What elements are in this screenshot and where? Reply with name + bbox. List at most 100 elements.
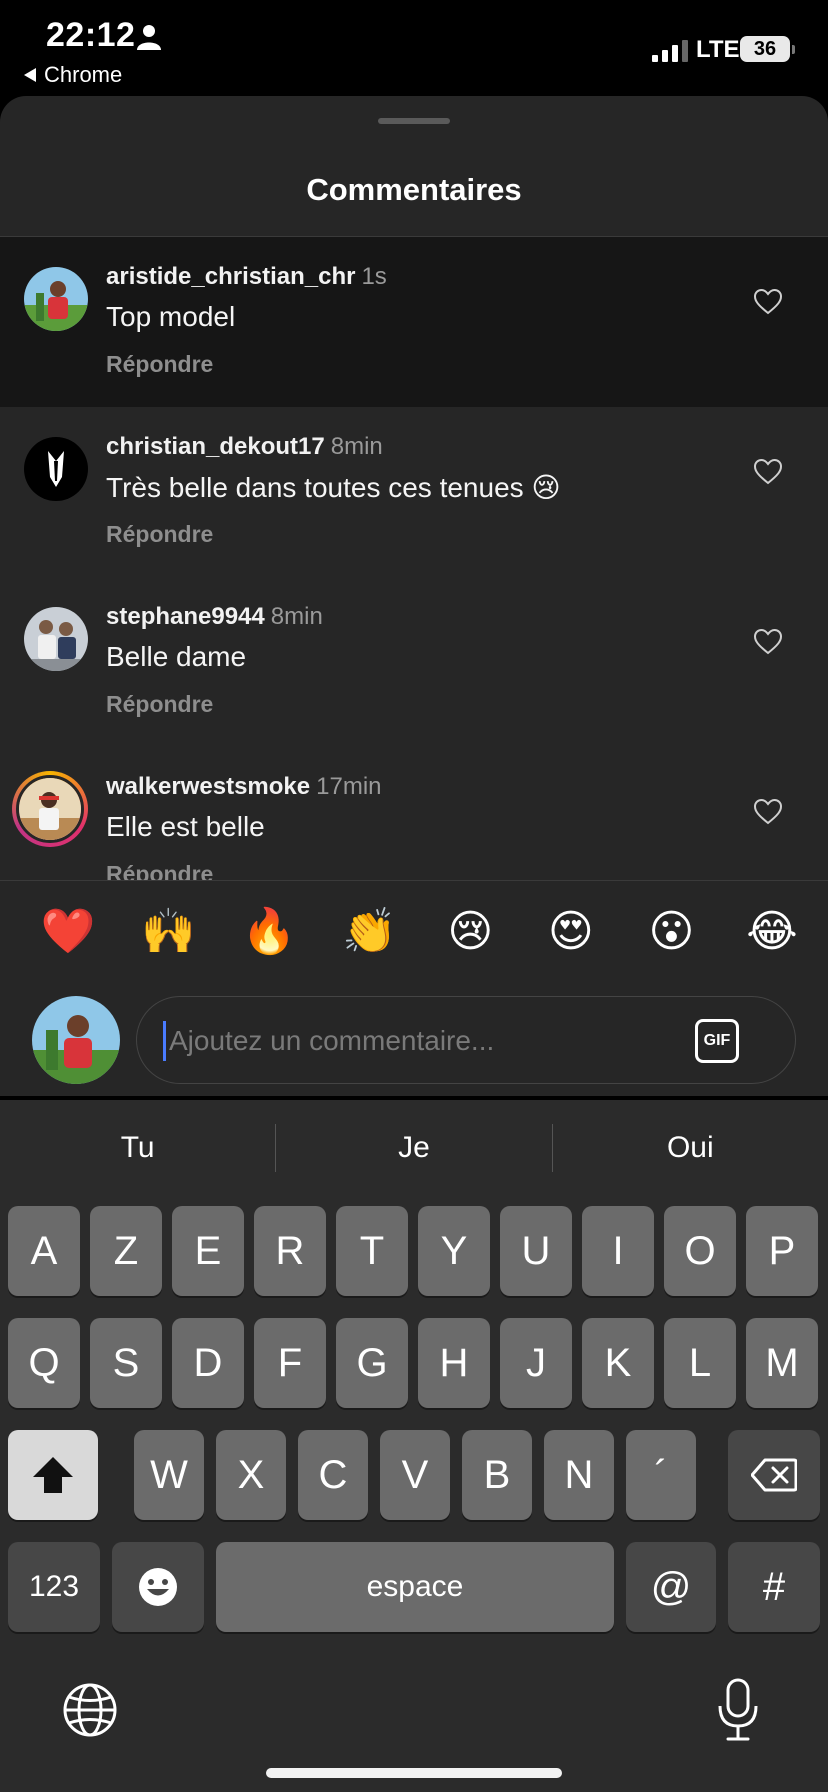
comment-username[interactable]: christian_dekout17 (106, 433, 325, 460)
comment-username[interactable]: aristide_christian_chr (106, 263, 355, 290)
key-i[interactable]: I (582, 1206, 654, 1296)
smiley-icon (139, 1568, 177, 1606)
comment-username[interactable]: walkerwestsmoke (106, 773, 310, 800)
cellular-signal-icon (652, 40, 688, 62)
comment-placeholder: Ajoutez un commentaire... (169, 1025, 495, 1056)
heart-icon[interactable] (754, 459, 782, 485)
comments-list[interactable]: aristide_christian_chr 1s Top model Répon… (0, 237, 828, 880)
key-f[interactable]: F (254, 1318, 326, 1408)
backspace-key[interactable] (728, 1430, 820, 1520)
sheet-title: Commentaires (306, 172, 522, 207)
suggestion-item[interactable]: Je (276, 1120, 551, 1176)
key-q[interactable]: Q (8, 1318, 80, 1408)
status-time: 22:12 (46, 16, 136, 54)
text-cursor (163, 1021, 166, 1061)
key-b[interactable]: B (462, 1430, 532, 1520)
key-j[interactable]: J (500, 1318, 572, 1408)
at-key[interactable]: @ (626, 1542, 716, 1632)
emoji-surprised[interactable]: 😮 (639, 906, 703, 957)
key-g[interactable]: G (336, 1318, 408, 1408)
quick-emoji-bar: ❤️ 🙌 🔥 👏 😢 😍 😮 😂 (0, 896, 828, 966)
key-p[interactable]: P (746, 1206, 818, 1296)
heart-icon[interactable] (754, 799, 782, 825)
key-z[interactable]: Z (90, 1206, 162, 1296)
reply-button[interactable]: Répondre (106, 351, 213, 378)
comment-text: Top model (106, 301, 236, 332)
comment-item: stephane9944 8min Belle dame Répondre (0, 577, 828, 747)
comment-time: 8min (270, 603, 323, 630)
comment-header: aristide_christian_chr 1s (106, 263, 387, 291)
key-r[interactable]: R (254, 1206, 326, 1296)
key-e[interactable]: E (172, 1206, 244, 1296)
key-y[interactable]: Y (418, 1206, 490, 1296)
key-n[interactable]: N (544, 1430, 614, 1520)
key-o[interactable]: O (664, 1206, 736, 1296)
key-k[interactable]: K (582, 1318, 654, 1408)
avatar[interactable] (24, 607, 88, 671)
home-indicator[interactable] (266, 1768, 562, 1778)
avatar[interactable] (24, 437, 88, 501)
comment-time: 17min (316, 773, 382, 800)
comment-time: 1s (361, 263, 387, 290)
emoji-clapping[interactable]: 👏 (338, 905, 402, 957)
battery-indicator: 36 (740, 36, 790, 62)
comment-item: christian_dekout17 8min Très belle dans t… (0, 407, 828, 577)
key-d[interactable]: D (172, 1318, 244, 1408)
microphone-icon[interactable] (716, 1678, 760, 1742)
suggestion-item[interactable]: Oui (553, 1120, 828, 1176)
emoji-key[interactable] (112, 1542, 204, 1632)
emoji-heart[interactable]: ❤️ (36, 905, 100, 957)
emoji-raising-hands[interactable]: 🙌 (137, 905, 201, 957)
heart-icon[interactable] (754, 629, 782, 655)
comment-item: aristide_christian_chr 1s Top model Répon… (0, 237, 828, 407)
reply-button[interactable]: Répondre (106, 691, 213, 718)
key-c[interactable]: C (298, 1430, 368, 1520)
comment-text: Elle est belle (106, 811, 265, 842)
key-h[interactable]: H (418, 1318, 490, 1408)
avatar-story-ring[interactable] (12, 771, 88, 847)
numbers-key[interactable]: 123 (8, 1542, 100, 1632)
emoji-laughing[interactable]: 😂 (740, 906, 804, 957)
key-accent[interactable]: ´ (626, 1430, 696, 1520)
avatar[interactable] (24, 267, 88, 331)
comment-header: christian_dekout17 8min (106, 433, 383, 461)
comment-header: stephane9944 8min (106, 603, 323, 631)
comment-text: Très belle dans toutes ces tenues 😢 (106, 472, 561, 503)
gif-button[interactable]: GIF (695, 1019, 739, 1063)
key-m[interactable]: M (746, 1318, 818, 1408)
comment-time: 8min (330, 433, 383, 460)
space-key[interactable]: espace (216, 1542, 614, 1632)
key-x[interactable]: X (216, 1430, 286, 1520)
back-to-app-link[interactable]: Chrome (24, 62, 122, 88)
key-v[interactable]: V (380, 1430, 450, 1520)
my-avatar (32, 996, 120, 1084)
key-s[interactable]: S (90, 1318, 162, 1408)
back-arrow-icon (24, 68, 36, 82)
shift-key[interactable] (8, 1430, 98, 1520)
comment-item: walkerwestsmoke 17min Elle est belle Répo… (0, 747, 828, 880)
emoji-crying[interactable]: 😢 (438, 906, 502, 957)
backspace-icon (751, 1458, 797, 1492)
key-l[interactable]: L (664, 1318, 736, 1408)
emoji-heart-eyes[interactable]: 😍 (539, 906, 603, 957)
reply-button[interactable]: Répondre (106, 521, 213, 548)
comment-username[interactable]: stephane9944 (106, 603, 265, 630)
divider (0, 880, 828, 881)
key-a[interactable]: A (8, 1206, 80, 1296)
comment-input[interactable]: Ajoutez un commentaire... GIF (136, 996, 796, 1084)
key-t[interactable]: T (336, 1206, 408, 1296)
keyboard: Tu Je Oui A Z E R T Y U I O P Q S D F G … (0, 1100, 828, 1792)
sheet-grabber[interactable] (378, 118, 450, 124)
comment-header: walkerwestsmoke 17min (106, 773, 382, 801)
network-type: LTE (696, 36, 740, 63)
person-icon (137, 25, 161, 50)
suggestion-item[interactable]: Tu (0, 1120, 275, 1176)
hash-key[interactable]: # (728, 1542, 820, 1632)
globe-icon[interactable] (62, 1682, 118, 1738)
key-u[interactable]: U (500, 1206, 572, 1296)
key-w[interactable]: W (134, 1430, 204, 1520)
reply-button[interactable]: Répondre (106, 861, 213, 880)
heart-icon[interactable] (754, 289, 782, 315)
emoji-fire[interactable]: 🔥 (237, 905, 301, 957)
shift-arrow-icon (33, 1457, 73, 1493)
